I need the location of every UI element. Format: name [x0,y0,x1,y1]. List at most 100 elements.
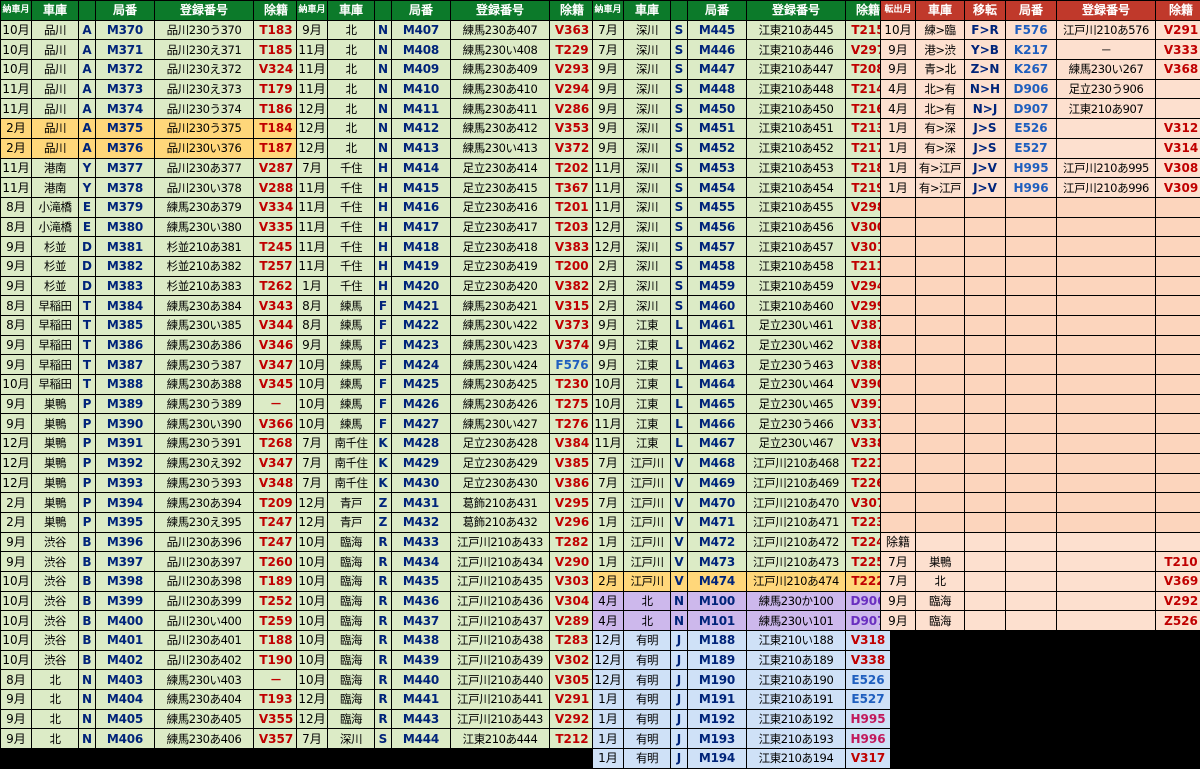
empty-cell [965,552,1006,572]
delivery-month: 10月 [1,375,32,395]
retired-to: V353 [550,119,595,139]
depot-letter: S [671,60,688,80]
delivery-month: 12月 [297,493,328,513]
registration-plate: － [1057,40,1156,60]
registration-plate: 足立230あ414 [451,158,550,178]
empty-cell [1006,217,1057,237]
vehicle-number: M422 [392,316,451,336]
empty-cell [1156,296,1200,316]
table-row: 1月江戸川VM472江戸川210あ472T224 [593,532,891,552]
transfer-month: 1月 [881,178,916,198]
depot-letter: H [375,158,392,178]
retired-to: V291 [550,690,595,710]
depot-letter: S [671,217,688,237]
registration-plate: 足立230う906 [1057,79,1156,99]
registration-plate: 江戸川210あ436 [451,591,550,611]
depot-letter: S [671,237,688,257]
depot-name: 早稲田 [32,375,79,395]
delivery-month: 7月 [593,20,624,40]
vehicle-number: M420 [392,276,451,296]
retire-month: 7月 [881,552,916,572]
delivery-month: 10月 [1,20,32,40]
table-row: 10月渋谷BM398品川230あ398T189 [1,571,299,591]
registration-plate: 杉並210あ381 [155,237,254,257]
transfer-depots: 北>有 [916,99,965,119]
registration-plate: 練馬230え392 [155,453,254,473]
empty-cell [965,335,1006,355]
delivery-month: 9月 [1,690,32,710]
depot-name: 巣鴨 [32,473,79,493]
retired-to: F576 [550,355,595,375]
registration-plate: 江東210あ454 [747,178,846,198]
empty-cell [916,237,965,257]
delivery-month: 4月 [593,611,624,631]
vehicle-number: M394 [96,493,155,513]
depot-name: 北 [328,40,375,60]
registration-plate: 足立230い465 [747,394,846,414]
registration-plate: 江東210あ459 [747,276,846,296]
delivery-month: 7月 [297,729,328,749]
column-header: 局番 [392,1,451,21]
vehicle-number: M474 [688,571,747,591]
section-label-row: 除籍 [881,532,1200,552]
vehicle-number: M469 [688,473,747,493]
depot-letter: S [671,20,688,40]
retired-to: T186 [254,99,299,119]
depot-name: 臨海 [328,591,375,611]
table-row: 10月臨海RM436江戸川210あ436V304 [297,591,595,611]
delivery-month: 1月 [297,276,328,296]
retired-to: － [254,670,299,690]
delivery-month: 11月 [593,158,624,178]
depot-name: 杉並 [32,256,79,276]
empty-row [881,296,1200,316]
delivery-month: 8月 [1,670,32,690]
table-row: 10月品川AM372品川230え372V324 [1,60,299,80]
retired-to: T212 [550,729,595,749]
vehicle-number: M441 [392,690,451,710]
empty-cell [916,296,965,316]
vehicle-number: K217 [1006,40,1057,60]
empty-cell [1006,316,1057,336]
depot-letter: P [79,414,96,434]
depot-name: 練馬 [328,375,375,395]
depot-letter: H [375,276,392,296]
transfer-codes: J>S [965,138,1006,158]
registration-plate: 練馬230あ426 [451,394,550,414]
table-row: 12月有明JM189江東210あ189V338 [593,650,891,670]
table-row: 10月渋谷BM402品川230あ402T190 [1,650,299,670]
retired-to: V344 [254,316,299,336]
retired-to [1156,79,1200,99]
table-row: 12月青戸ZM432葛飾210あ432V296 [297,512,595,532]
transfer-table: 転出月車庫移転局番登録番号除籍10月練>臨F>RF576江戸川210あ576V2… [880,0,1200,631]
depot-letter: R [375,631,392,651]
retired-to: T230 [550,375,595,395]
delivery-month: 2月 [593,296,624,316]
depot-name: 江東 [624,414,671,434]
registration-plate: 杉並210あ383 [155,276,254,296]
empty-cell [1156,394,1200,414]
retired-to: T245 [254,237,299,257]
registration-plate: 品川230え372 [155,60,254,80]
vehicle-number: M459 [688,276,747,296]
empty-cell [965,217,1006,237]
table-row: 4月北>有N>JD907江東210あ907 [881,99,1200,119]
vehicle-number: H995 [1006,158,1057,178]
empty-cell [881,453,916,473]
vehicle-number: M411 [392,99,451,119]
table-row: 11月深川SM453江東210あ453T218 [593,158,891,178]
retired-to: V312 [1156,119,1200,139]
empty-cell [1006,473,1057,493]
depot-name: 深川 [624,40,671,60]
registration-plate: 江東210あ194 [747,749,846,769]
depot-letter: J [671,631,688,651]
vehicle-number: M435 [392,571,451,591]
vehicle-number: M448 [688,79,747,99]
vehicle-number: M408 [392,40,451,60]
retired-to: V333 [1156,40,1200,60]
depot-name: 巣鴨 [32,394,79,414]
vehicle-number: M440 [392,670,451,690]
registration-plate: 品川230え371 [155,40,254,60]
table-row: 2月巣鴨PM395練馬230え395T247 [1,512,299,532]
delivery-month: 10月 [297,670,328,690]
delivery-month: 1月 [593,532,624,552]
